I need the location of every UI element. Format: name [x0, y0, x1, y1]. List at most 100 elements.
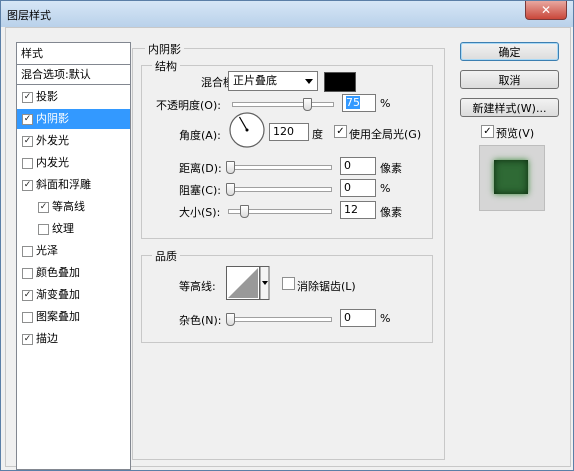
style-item-checkbox[interactable] [22, 268, 33, 279]
contour-picker[interactable] [226, 266, 270, 300]
style-item-checkbox[interactable]: ✓ [22, 136, 33, 147]
choke-input[interactable]: 0 [340, 179, 376, 197]
preview-thumbnail [479, 145, 545, 211]
blend-options-label: 混合选项:默认 [21, 68, 91, 81]
opacity-input[interactable]: 75 [342, 94, 376, 112]
antialias-checkbox[interactable] [282, 277, 295, 290]
size-label: 大小(S): [179, 206, 221, 219]
style-item-checkbox[interactable]: ✓ [22, 92, 33, 103]
angle-label: 角度(A): [179, 129, 221, 142]
size-slider-thumb[interactable] [240, 205, 249, 218]
style-item-label: 外发光 [36, 134, 69, 147]
angle-dial[interactable] [228, 111, 266, 149]
opacity-unit: % [380, 97, 391, 110]
distance-slider[interactable] [228, 165, 332, 170]
style-item[interactable]: 颜色叠加 [17, 263, 130, 283]
style-item-label: 纹理 [52, 222, 74, 235]
styles-header-label: 样式 [21, 47, 43, 60]
title-bar[interactable]: 图层样式 ✕ [1, 1, 573, 27]
opacity-slider[interactable] [232, 102, 334, 107]
ok-button[interactable]: 确定 [460, 42, 559, 61]
style-item[interactable]: ✓ 描边 [17, 329, 130, 349]
angle-value: 120 [273, 125, 294, 138]
blend-options-item[interactable]: 混合选项:默认 [17, 65, 130, 85]
style-item[interactable]: ✓ 内阴影 [17, 109, 130, 129]
style-item[interactable]: 纹理 [17, 219, 130, 239]
preview-swatch [494, 160, 528, 194]
noise-label: 杂色(N): [179, 314, 222, 327]
style-item-checkbox[interactable] [22, 312, 33, 323]
window-title: 图层样式 [7, 9, 51, 22]
opacity-slider-thumb[interactable] [303, 98, 312, 111]
style-item-label: 等高线 [52, 200, 85, 213]
ok-label: 确定 [498, 46, 521, 59]
cancel-label: 取消 [498, 74, 521, 87]
dialog-body: 样式 混合选项:默认 ✓ 投影 ✓ 内阴影 ✓ 外发光 内发光 ✓ 斜面和浮雕 ✓ 等高线 纹理 光泽颜… [5, 27, 571, 470]
distance-input[interactable]: 0 [340, 157, 376, 175]
style-item-checkbox[interactable]: ✓ [22, 114, 33, 125]
styles-list: 样式 混合选项:默认 ✓ 投影 ✓ 内阴影 ✓ 外发光 内发光 ✓ 斜面和浮雕 ✓ 等高线 纹理 光泽颜… [16, 42, 131, 470]
style-item-checkbox[interactable]: ✓ [22, 180, 33, 191]
choke-slider-thumb[interactable] [226, 183, 235, 196]
structure-title: 结构 [152, 58, 180, 74]
shadow-color-swatch[interactable] [324, 72, 356, 92]
style-item-label: 光泽 [36, 244, 58, 257]
angle-input[interactable]: 120 [269, 123, 309, 141]
structure-group: 结构 混合模式: 正片叠底 不透明度(O): 75 % 角度(A): 120 度… [141, 58, 433, 239]
layer-style-dialog: 图层样式 ✕ 样式 混合选项:默认 ✓ 投影 ✓ 内阴影 ✓ 外发光 内发光 ✓ 斜面和浮雕 ✓ 等… [0, 0, 574, 471]
cancel-button[interactable]: 取消 [460, 70, 559, 89]
global-light-label: 使用全局光(G) [349, 128, 422, 141]
angle-unit: 度 [312, 128, 323, 141]
style-item-label: 投影 [36, 90, 58, 103]
chevron-down-icon [305, 79, 313, 84]
quality-title: 品质 [152, 248, 180, 264]
choke-slider[interactable] [228, 187, 332, 192]
size-value: 12 [344, 203, 358, 216]
preview-label: 预览(V) [496, 127, 535, 140]
size-input[interactable]: 12 [340, 201, 376, 219]
style-item[interactable]: ✓ 外发光 [17, 131, 130, 151]
style-item-label: 斜面和浮雕 [36, 178, 91, 191]
style-item-checkbox[interactable]: ✓ [22, 334, 33, 345]
antialias-label: 消除锯齿(L) [297, 280, 356, 293]
style-item-checkbox[interactable] [22, 246, 33, 257]
close-button[interactable]: ✕ [525, 1, 567, 20]
style-item[interactable]: 光泽 [17, 241, 130, 261]
quality-group: 品质 等高线: 消除锯齿(L) 杂色(N): 0 % [141, 248, 433, 343]
new-style-button[interactable]: 新建样式(W)... [460, 98, 559, 117]
opacity-value: 75 [346, 96, 360, 109]
noise-input[interactable]: 0 [340, 309, 376, 327]
inner-shadow-title: 内阴影 [145, 41, 184, 57]
style-item[interactable]: ✓ 渐变叠加 [17, 285, 130, 305]
style-item-checkbox[interactable] [22, 158, 33, 169]
style-item-label: 内发光 [36, 156, 69, 169]
style-item-label: 渐变叠加 [36, 288, 80, 301]
new-style-label: 新建样式(W)... [472, 102, 547, 115]
preview-checkbox[interactable]: ✓ [481, 125, 494, 138]
noise-slider[interactable] [228, 317, 332, 322]
noise-unit: % [380, 312, 391, 325]
style-item-checkbox[interactable]: ✓ [22, 290, 33, 301]
opacity-label: 不透明度(O): [156, 99, 221, 112]
style-item-checkbox[interactable]: ✓ [38, 202, 49, 213]
choke-unit: % [380, 182, 391, 195]
style-item-checkbox[interactable] [38, 224, 49, 235]
styles-header[interactable]: 样式 [17, 43, 130, 65]
noise-value: 0 [344, 311, 351, 324]
distance-slider-thumb[interactable] [226, 161, 235, 174]
style-item-label: 颜色叠加 [36, 266, 80, 279]
style-item[interactable]: 图案叠加 [17, 307, 130, 327]
noise-slider-thumb[interactable] [226, 313, 235, 326]
style-item[interactable]: ✓ 等高线 [17, 197, 130, 217]
distance-label: 距离(D): [179, 162, 222, 175]
contour-label: 等高线: [179, 280, 216, 293]
style-item[interactable]: ✓ 投影 [17, 87, 130, 107]
global-light-checkbox[interactable]: ✓ [334, 125, 347, 138]
size-unit: 像素 [380, 206, 402, 219]
distance-unit: 像素 [380, 162, 402, 175]
style-item-label: 图案叠加 [36, 310, 80, 323]
style-item[interactable]: 内发光 [17, 153, 130, 173]
style-item[interactable]: ✓ 斜面和浮雕 [17, 175, 130, 195]
blend-mode-select[interactable]: 正片叠底 [228, 71, 318, 91]
blend-mode-value: 正片叠底 [233, 74, 277, 87]
